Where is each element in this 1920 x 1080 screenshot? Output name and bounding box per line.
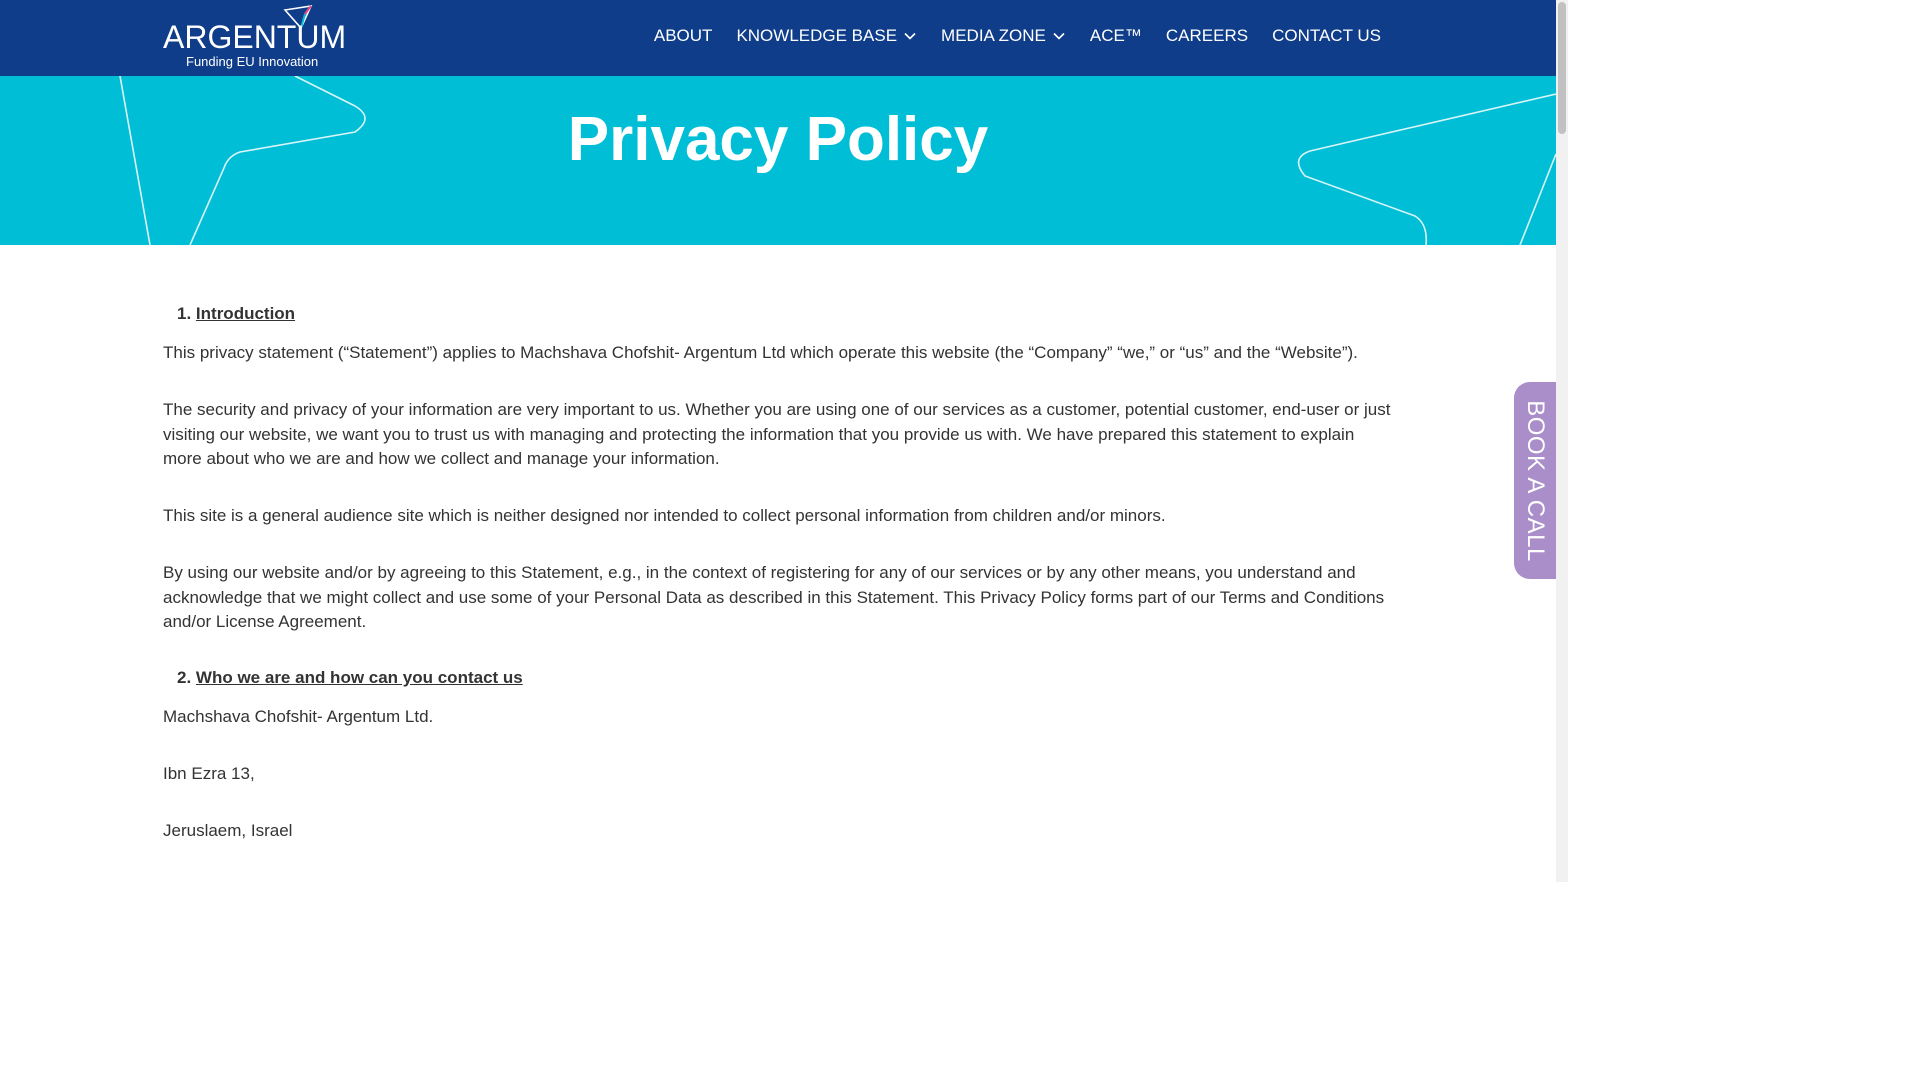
nav-ace[interactable]: ACE™ [1090, 25, 1142, 47]
page: ARGENTUM Funding EU Innovation ABOUT KNO… [0, 0, 1556, 882]
section-title: Introduction [195, 304, 296, 323]
book-a-call-label: BOOK A CALL [1522, 399, 1549, 562]
nav-about[interactable]: ABOUT [654, 25, 713, 47]
chevron-down-icon [1053, 32, 1065, 40]
paragraph: The security and privacy of your informa… [163, 400, 1391, 468]
nav-media-zone-label: MEDIA ZONE [941, 26, 1046, 45]
address-line: Ibn Ezra 13, [163, 764, 255, 783]
scrollbar-thumb[interactable] [1558, 2, 1566, 134]
nav-about-label: ABOUT [653, 26, 713, 45]
nav-contact-us-label: CONTACT US [1272, 26, 1381, 45]
address-line: Jeruslaem, Israel [163, 821, 293, 840]
section-heading-who-we-are: 2. Who we are and how can you contact us [177, 668, 523, 688]
book-a-call-button[interactable]: BOOK A CALL [1514, 382, 1556, 579]
paragraph: By using our website and/or by agreeing … [163, 563, 1385, 631]
chevron-down-icon [904, 32, 916, 40]
paragraph: This privacy statement (“Statement”) app… [163, 343, 1358, 362]
nav-ace-label: ACE™ [1089, 26, 1142, 45]
section-number: 2. [177, 668, 192, 687]
main-nav: ABOUT KNOWLEDGE BASE MEDIA ZONE ACE™ CAR… [654, 25, 1381, 47]
site-header: ARGENTUM Funding EU Innovation ABOUT KNO… [0, 0, 1556, 76]
section-title: Who we are and how can you contact us [195, 668, 523, 687]
nav-media-zone[interactable]: MEDIA ZONE [941, 25, 1066, 47]
nav-knowledge-base[interactable]: KNOWLEDGE BASE [736, 25, 917, 47]
site-logo[interactable]: ARGENTUM Funding EU Innovation [163, 4, 346, 72]
nav-contact-us[interactable]: CONTACT US [1272, 25, 1381, 47]
hero-banner: Privacy Policy [0, 76, 1556, 245]
paragraph: This site is a general audience site whi… [163, 506, 1166, 525]
nav-knowledge-base-label: KNOWLEDGE BASE [736, 26, 898, 45]
address-line: Machshava Chofshit- Argentum Ltd. [163, 707, 434, 726]
page-title: Privacy Policy [567, 105, 989, 174]
page-scrollbar[interactable] [1556, 0, 1568, 882]
nav-careers[interactable]: CAREERS [1166, 25, 1248, 47]
nav-careers-label: CAREERS [1165, 26, 1249, 45]
section-heading-introduction: 1. Introduction [177, 304, 295, 324]
logo-tagline: Funding EU Innovation [186, 54, 319, 69]
section-number: 1. [177, 304, 192, 323]
logo-wordmark: ARGENTUM [163, 19, 347, 55]
